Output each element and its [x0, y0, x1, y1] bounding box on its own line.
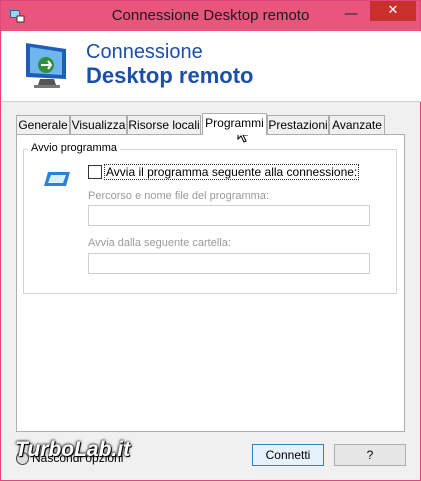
tab-visualizza[interactable]: Visualizza	[70, 115, 127, 134]
tab-panel-programmi: Avvio programma Avvia il programma segue…	[16, 134, 405, 432]
program-path-input[interactable]	[88, 205, 370, 226]
app-header: Connessione Desktop remoto	[2, 31, 421, 102]
start-folder-input[interactable]	[88, 253, 370, 274]
tab-avanzate[interactable]: Avanzate	[329, 115, 385, 134]
start-folder-label: Avvia dalla seguente cartella:	[88, 237, 231, 249]
program-window-icon	[44, 172, 70, 186]
close-button[interactable]: ✕	[370, 1, 416, 21]
tab-generale[interactable]: Generale	[16, 115, 70, 134]
start-program-checkbox[interactable]	[88, 165, 102, 179]
header-title-line1: Connessione	[86, 41, 203, 63]
minimize-button[interactable]: —	[341, 7, 361, 23]
group-legend: Avvio programma	[28, 142, 120, 154]
program-start-group: Avvio programma Avvia il programma segue…	[23, 142, 397, 294]
remote-desktop-logo-icon	[26, 43, 66, 88]
help-button[interactable]: ?	[334, 444, 406, 466]
start-program-checkbox-label[interactable]: Avvia il programma seguente alla conness…	[104, 164, 360, 180]
rdp-window: Connessione Desktop remoto — ✕ Connessio…	[0, 0, 421, 481]
connect-button[interactable]: Connetti	[252, 444, 324, 466]
tab-risorse-locali[interactable]: Risorse locali	[127, 115, 201, 134]
header-title-line2: Desktop remoto	[86, 63, 254, 88]
watermark-logo: TurboLab.it	[15, 438, 131, 461]
title-bar[interactable]: Connessione Desktop remoto — ✕	[1, 1, 420, 31]
program-path-label: Percorso e nome file del programma:	[88, 190, 269, 202]
tab-prestazioni[interactable]: Prestazioni	[267, 115, 329, 134]
tab-programmi[interactable]: Programmi	[202, 113, 267, 135]
